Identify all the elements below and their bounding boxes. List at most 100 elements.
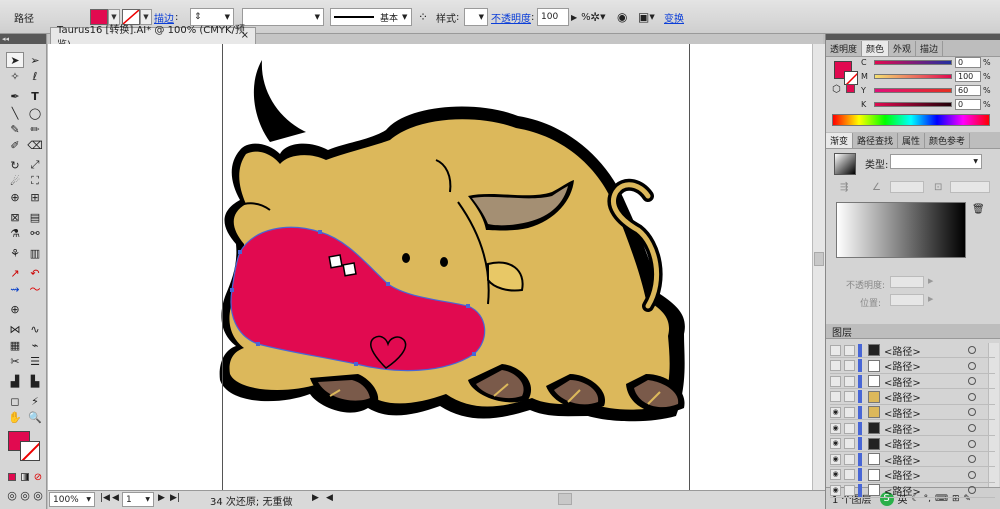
path-tool-icon[interactable]: 〜	[26, 281, 44, 297]
align-icon[interactable]: ⁘	[418, 0, 428, 34]
tab-appearance[interactable]: 外观	[889, 41, 917, 56]
chevron-right-icon[interactable]: ▶	[928, 277, 933, 285]
warp-tool-icon[interactable]: ☄	[6, 173, 24, 189]
hand-tool-icon[interactable]: ✋	[6, 409, 24, 425]
lock-toggle-icon[interactable]	[844, 422, 855, 434]
graph-tool-icon[interactable]: ▟	[6, 373, 24, 389]
direct-selection-tool-icon[interactable]: ➢	[26, 52, 44, 68]
opacity-label-link[interactable]: 不透明度	[491, 10, 531, 25]
lock-toggle-icon[interactable]	[844, 453, 855, 465]
selection-tool-icon[interactable]: ➤	[6, 52, 24, 68]
lock-toggle-icon[interactable]	[844, 375, 855, 387]
vertical-scrollbar[interactable]	[812, 44, 825, 490]
layer-row[interactable]: ◉ <路径>	[830, 483, 995, 499]
target-circle-icon[interactable]	[968, 439, 976, 448]
lock-toggle-icon[interactable]	[844, 484, 855, 496]
gradient-opacity-field[interactable]	[890, 276, 924, 288]
draw-behind-icon[interactable]: ◎	[19, 487, 31, 503]
gradient-mode-icon[interactable]	[19, 469, 31, 485]
eraser-tool-icon[interactable]: ⌫	[26, 137, 44, 153]
ellipse-tool-icon[interactable]: ◯	[26, 105, 44, 121]
visibility-toggle-icon[interactable]	[830, 360, 841, 372]
vertical-scroll-thumb[interactable]	[814, 252, 824, 266]
artboard-tool-icon[interactable]: ⋈	[6, 321, 24, 337]
yellow-slider[interactable]	[874, 87, 952, 93]
color-spectrum-bar[interactable]	[832, 114, 990, 126]
chevron-right-icon[interactable]: ▶	[928, 295, 933, 303]
scissors-tool-icon[interactable]: ✂	[6, 353, 24, 369]
lock-toggle-icon[interactable]	[844, 344, 855, 356]
layer-name[interactable]: <路径>	[884, 421, 944, 436]
layer-row[interactable]: ◉ <路径>	[830, 421, 995, 436]
visibility-toggle-icon[interactable]: ◉	[830, 438, 841, 450]
page-field[interactable]: 1 ▼	[122, 492, 154, 507]
transform-link[interactable]: 变换	[664, 10, 684, 25]
crosshair-tool-icon[interactable]: ⊕	[6, 301, 24, 317]
visibility-toggle-icon[interactable]: ◉	[830, 484, 841, 496]
rotate-tool-icon[interactable]: ↻	[6, 157, 24, 173]
layers-panel-title[interactable]: 图层	[832, 324, 852, 339]
line-tool-icon[interactable]: ╲	[6, 105, 24, 121]
lock-toggle-icon[interactable]	[844, 469, 855, 481]
layer-row[interactable]: <路径>	[830, 390, 995, 405]
chevron-right-icon[interactable]: ▶	[571, 13, 577, 22]
brush-profile-field[interactable]: 基本 ▼	[330, 8, 412, 26]
layer-row[interactable]: <路径>	[830, 343, 995, 358]
perspective-grid-tool-icon[interactable]: ⊞	[26, 189, 44, 205]
layer-name[interactable]: <路径>	[884, 483, 944, 498]
none-mode-icon[interactable]: ⊘	[32, 469, 44, 485]
visibility-toggle-icon[interactable]: ◉	[830, 469, 841, 481]
magenta-slider[interactable]	[874, 73, 952, 79]
magic-wand-tool-icon[interactable]: ✧	[6, 68, 24, 84]
angle-field[interactable]	[890, 181, 924, 193]
anchor-tool-icon[interactable]: ↗	[6, 265, 24, 281]
layer-name[interactable]: <路径>	[884, 405, 944, 420]
zoom-tool-icon[interactable]: 🔍	[26, 409, 44, 425]
layer-row[interactable]: ◉ <路径>	[830, 452, 995, 468]
width-tool-icon[interactable]: ⇝	[6, 281, 24, 297]
type-tool-icon[interactable]: T	[26, 88, 44, 104]
gradient-type-select[interactable]: ▼	[890, 154, 982, 169]
out-of-gamut-swatch[interactable]	[846, 84, 855, 93]
blend-tool-icon[interactable]: ⚯	[26, 225, 44, 241]
layer-row[interactable]: ◉ <路径>	[830, 468, 995, 483]
cube-icon[interactable]: ⬡	[832, 84, 841, 95]
yellow-value[interactable]: 60	[955, 84, 981, 96]
prev-page-icon[interactable]: ◀	[112, 493, 119, 503]
tab-transparency[interactable]: 透明度	[826, 41, 863, 56]
layer-row[interactable]: <路径>	[830, 359, 995, 374]
symbol-sprayer-tool-icon[interactable]: ⚘	[6, 245, 24, 261]
visibility-toggle-icon[interactable]	[830, 344, 841, 356]
toolbox-stroke-swatch[interactable]	[20, 441, 40, 461]
close-icon[interactable]: ×	[241, 30, 249, 41]
scroll-left-icon[interactable]: ◀	[326, 493, 333, 503]
lasso-tool-icon[interactable]: ℓ	[26, 68, 44, 84]
free-transform-tool-icon[interactable]: ⛶	[26, 173, 44, 189]
slice-tool-icon[interactable]: ∿	[26, 321, 44, 337]
last-page-icon[interactable]: ▶|	[170, 493, 180, 503]
canvas[interactable]	[48, 44, 812, 490]
pen-tool-icon[interactable]: ✒	[6, 88, 24, 104]
target-circle-icon[interactable]	[968, 361, 976, 370]
cyan-value[interactable]: 0	[955, 56, 981, 68]
layer-name[interactable]: <路径>	[884, 358, 944, 373]
gradient-stroke-icon[interactable]: ⇶	[840, 182, 848, 193]
paintbrush-tool-icon[interactable]: ✎	[6, 121, 24, 137]
target-circle-icon[interactable]	[968, 486, 976, 495]
target-circle-icon[interactable]	[968, 392, 976, 401]
magenta-value[interactable]: 100	[955, 70, 981, 82]
status-menu-icon[interactable]: ▶	[312, 493, 319, 503]
draw-inside-icon[interactable]: ◎	[32, 487, 44, 503]
layer-name[interactable]: <路径>	[884, 343, 944, 358]
layer-name[interactable]: <路径>	[884, 452, 944, 467]
lock-toggle-icon[interactable]	[844, 438, 855, 450]
target-circle-icon[interactable]	[968, 424, 976, 432]
visibility-toggle-icon[interactable]	[830, 391, 841, 403]
eyedropper-tool-icon[interactable]: ⚗	[6, 225, 24, 241]
pencil-tool-icon[interactable]: ✏	[26, 121, 44, 137]
gradient-tool-icon[interactable]: ▤	[26, 209, 44, 225]
tab-color-guide[interactable]: 颜色参考	[925, 133, 971, 148]
gradient-position-field[interactable]	[890, 294, 924, 306]
black-value[interactable]: 0	[955, 98, 981, 110]
isolate-icon[interactable]: ◉	[617, 0, 627, 34]
